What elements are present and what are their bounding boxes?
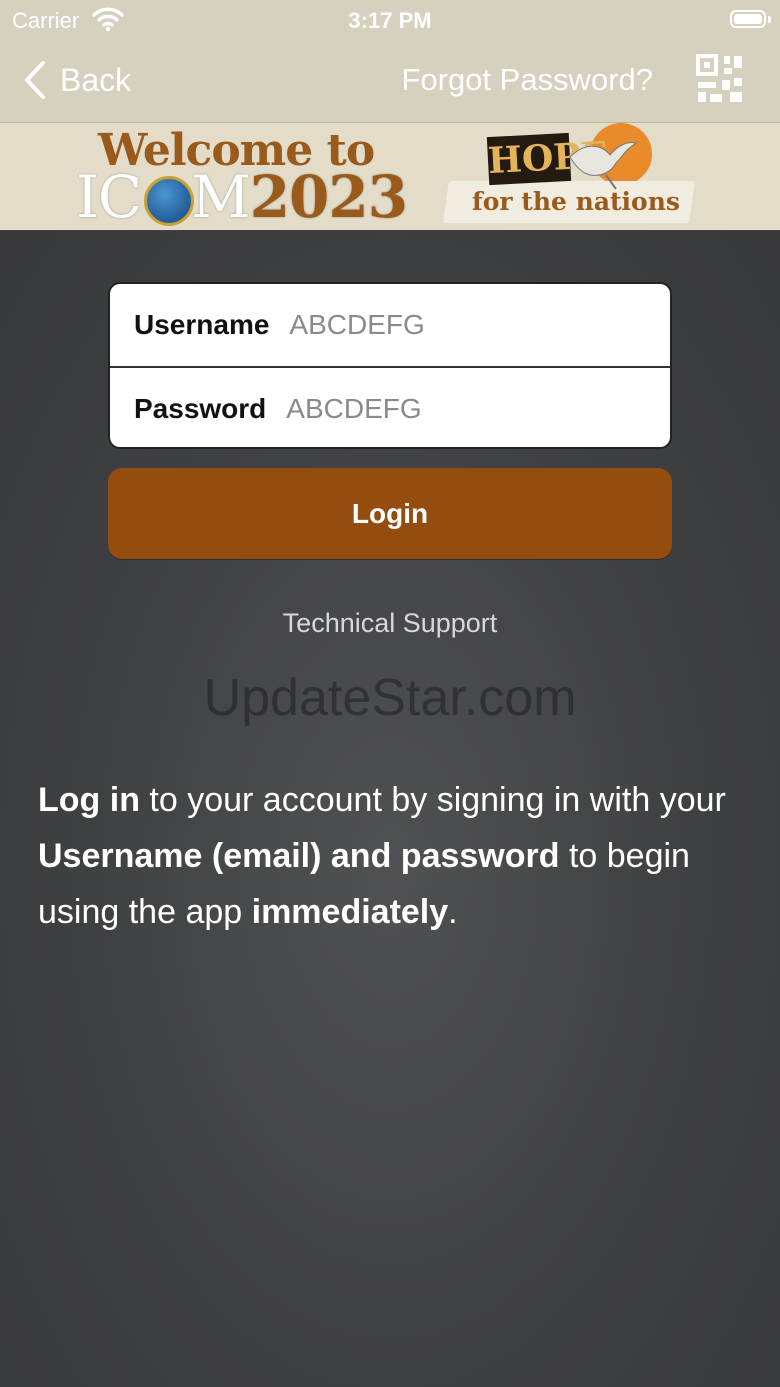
- username-label: Username: [134, 309, 270, 340]
- chevron-left-icon: [25, 61, 45, 99]
- forgot-password-link[interactable]: Forgot Password?: [401, 62, 653, 98]
- header-bar: Carrier 3:17 PM Back Forgot Password?: [0, 0, 780, 123]
- back-button[interactable]: Back: [22, 58, 131, 102]
- watermark-text: UpdateStar.com: [203, 669, 577, 727]
- battery-cap: [768, 16, 771, 23]
- banner-icom-text: IC M2023: [76, 163, 408, 230]
- info-bold-credentials: Username (email) and password: [38, 837, 560, 875]
- login-form: Username Password: [108, 282, 672, 449]
- technical-support-link[interactable]: Technical Support: [0, 608, 780, 639]
- login-button[interactable]: Login: [108, 468, 672, 559]
- clock: 3:17 PM: [348, 8, 432, 33]
- banner-for-nations-text: for the nations: [472, 187, 680, 216]
- info-text-3: .: [448, 893, 458, 931]
- banner-icom-prefix: IC: [76, 163, 142, 230]
- banner-icom-suffix: M: [191, 163, 250, 230]
- globe-icon: [144, 176, 194, 226]
- password-input[interactable]: [284, 392, 629, 426]
- password-label: Password: [134, 393, 267, 424]
- battery-icon: [730, 10, 766, 28]
- info-bold-login: Log in: [38, 781, 140, 819]
- info-bold-immediately: immediately: [251, 893, 449, 931]
- info-text-1: to your account by signing in with your: [139, 781, 726, 819]
- banner-hope-text: HOPE: [486, 132, 609, 186]
- login-instructions: Log in to your account by signing in wit…: [38, 772, 738, 940]
- qr-code-icon[interactable]: [696, 54, 744, 104]
- dove-icon: [569, 142, 638, 190]
- status-bar: Carrier 3:17 PM: [0, 0, 780, 40]
- banner-year: 2023: [249, 163, 408, 230]
- username-input[interactable]: [287, 308, 632, 342]
- username-row: Username: [110, 284, 670, 366]
- welcome-banner: Welcome to IC M2023 HOPE for the nations: [0, 123, 780, 230]
- back-label: Back: [60, 61, 132, 98]
- password-row: Password: [110, 368, 670, 447]
